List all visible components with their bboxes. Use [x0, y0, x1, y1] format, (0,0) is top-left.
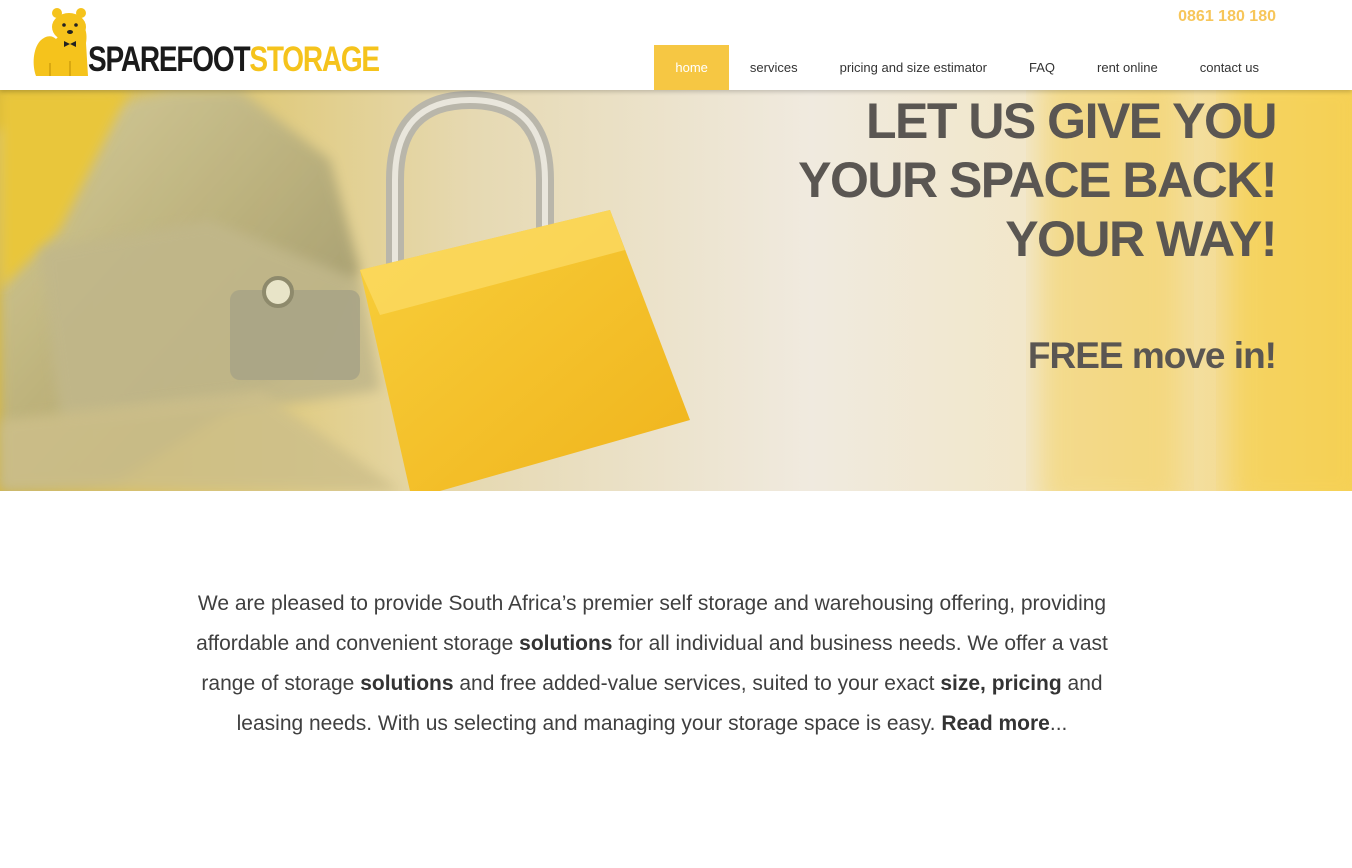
intro-text: ...	[1049, 712, 1068, 735]
nav-item-rent-online[interactable]: rent online	[1076, 45, 1179, 90]
phone-number-link[interactable]: 0861 180 180	[1178, 8, 1276, 26]
hero-headline: LET US GIVE YOU YOUR SPACE BACK! YOUR WA…	[798, 92, 1277, 269]
hero-subheadline: FREE move in!	[1027, 335, 1277, 376]
nav-item-contact-us[interactable]: contact us	[1179, 45, 1280, 90]
intro-paragraph: We are pleased to provide South Africa’s…	[176, 584, 1128, 744]
logo-word-sparefoot: SPAREFOOT	[88, 40, 251, 79]
main-nav: home services pricing and size estimator…	[654, 45, 1280, 90]
site-header: SPAREFOOTSTORAGE 0861 180 180 home servi…	[0, 0, 1352, 90]
intro-text: and free added-value services, suited to…	[453, 672, 941, 695]
intro-emphasis: solutions	[360, 672, 454, 695]
read-more-link[interactable]: Read more	[941, 712, 1050, 735]
nav-item-services[interactable]: services	[729, 45, 819, 90]
hero-headline-line: YOUR SPACE BACK!	[798, 152, 1277, 208]
hero-banner: LET US GIVE YOU YOUR SPACE BACK! YOUR WA…	[0, 90, 1352, 491]
nav-item-pricing-and-size-estimator[interactable]: pricing and size estimator	[819, 45, 1008, 90]
page: SPAREFOOTSTORAGE 0861 180 180 home servi…	[0, 0, 1352, 868]
logo-wordmark: SPAREFOOTSTORAGE	[88, 40, 380, 79]
nav-item-home[interactable]: home	[654, 45, 729, 90]
hero-headline-line: YOUR WAY!	[1005, 211, 1277, 267]
nav-item-faq[interactable]: FAQ	[1008, 45, 1076, 90]
intro-emphasis: size, pricing	[940, 672, 1062, 695]
intro-emphasis: solutions	[519, 632, 613, 655]
bear-mascot-icon	[33, 8, 88, 76]
site-logo[interactable]: SPAREFOOTSTORAGE	[30, 5, 380, 80]
logo-word-storage: STORAGE	[249, 40, 380, 79]
hero-headline-line: LET US GIVE YOU	[866, 93, 1277, 149]
